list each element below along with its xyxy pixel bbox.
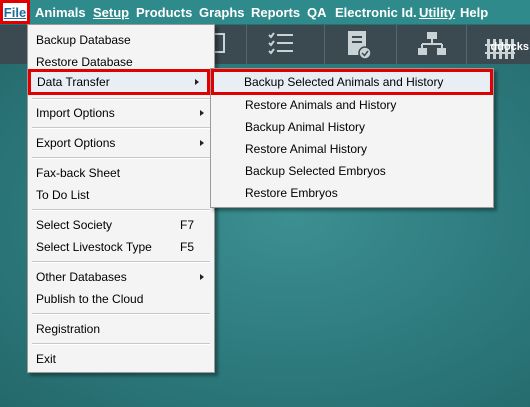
menu-item-restore-animal-history[interactable]: Restore Animal History [213, 138, 491, 160]
toolbar-label-paddocks: ddocks [490, 41, 529, 53]
menu-separator [32, 261, 210, 263]
menu-item-to-do-list[interactable]: To Do List [30, 184, 212, 206]
menu-item-other-databases[interactable]: Other Databases [30, 266, 212, 288]
menu-item-backup-selected-animals-history[interactable]: Backup Selected Animals and History [211, 69, 493, 95]
menu-item-export-options[interactable]: Export Options [30, 132, 212, 154]
submenu-arrow-icon [195, 79, 199, 85]
menu-item-registration[interactable]: Registration [30, 318, 212, 340]
menu-graphs[interactable]: Graphs [199, 0, 245, 24]
document-check-icon [348, 31, 372, 60]
menu-separator [32, 98, 210, 100]
menu-setup[interactable]: Setup [93, 0, 129, 24]
submenu-arrow-icon [200, 110, 204, 116]
menu-qa[interactable]: QA [307, 0, 327, 24]
menu-help[interactable]: Help [460, 0, 488, 24]
submenu-arrow-icon [200, 274, 204, 280]
menu-item-publish-to-cloud[interactable]: Publish to the Cloud [30, 288, 212, 310]
menu-animals[interactable]: Animals [35, 0, 86, 24]
menu-item-data-transfer[interactable]: Data Transfer [28, 69, 210, 95]
menu-item-import-options[interactable]: Import Options [30, 102, 212, 124]
file-menu: Backup Database Restore Database Data Tr… [27, 24, 215, 373]
menu-item-fax-back-sheet[interactable]: Fax-back Sheet [30, 162, 212, 184]
menu-item-backup-selected-embryos[interactable]: Backup Selected Embryos [213, 160, 491, 182]
menu-item-backup-animal-history[interactable]: Backup Animal History [213, 116, 491, 138]
menu-bar: File Animals Setup Products Graphs Repor… [0, 0, 530, 25]
menu-item-select-society[interactable]: Select Society F7 [30, 214, 212, 236]
shortcut-label: F7 [179, 218, 194, 232]
toolbar-button-paddocks[interactable]: ddocks [466, 24, 530, 64]
menu-item-exit[interactable]: Exit [30, 348, 212, 370]
menu-item-restore-animals-history[interactable]: Restore Animals and History [213, 94, 491, 116]
menu-separator [32, 157, 210, 159]
menu-item-select-livestock-type[interactable]: Select Livestock Type F5 [30, 236, 212, 258]
checklist-icon [268, 32, 293, 55]
menu-utility[interactable]: Utility [419, 0, 455, 24]
menu-item-backup-database[interactable]: Backup Database [30, 29, 212, 51]
menu-separator [32, 343, 210, 345]
menu-separator [32, 127, 210, 129]
toolbar-button-checklist[interactable] [246, 24, 313, 64]
shortcut-label: F5 [179, 240, 194, 254]
toolbar-button-hierarchy[interactable] [396, 24, 463, 64]
submenu-arrow-icon [200, 140, 204, 146]
hierarchy-icon [418, 32, 446, 55]
menu-item-restore-embryos[interactable]: Restore Embryos [213, 182, 491, 204]
menu-electronic-id[interactable]: Electronic Id. [335, 0, 417, 24]
data-transfer-submenu: Backup Selected Animals and History Rest… [210, 68, 494, 208]
menu-separator [32, 209, 210, 211]
menu-products[interactable]: Products [136, 0, 192, 24]
toolbar-button-document[interactable] [324, 24, 391, 64]
menu-separator [32, 313, 210, 315]
menu-reports[interactable]: Reports [251, 0, 300, 24]
menu-file[interactable]: File [0, 0, 30, 24]
